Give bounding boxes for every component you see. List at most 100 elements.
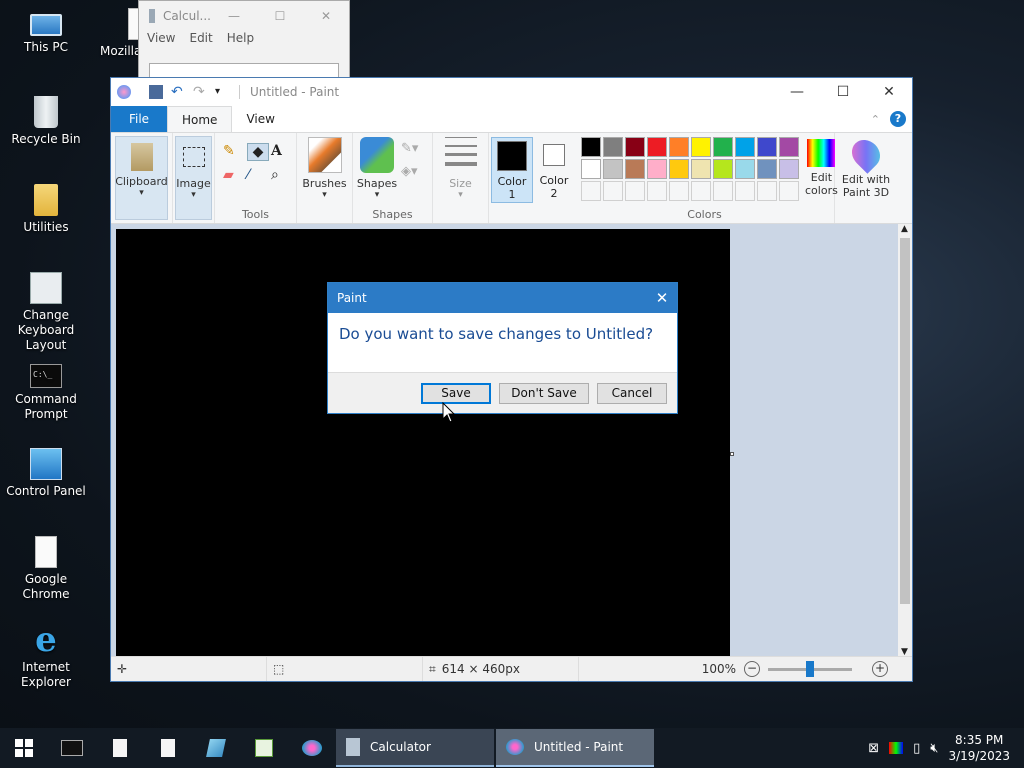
vertical-scrollbar[interactable]: ▲ ▼ <box>898 224 912 657</box>
taskbar-notepad[interactable] <box>192 728 240 768</box>
scroll-up-icon[interactable]: ▲ <box>901 224 908 234</box>
desktop-icon-internet-explorer[interactable]: e Internet Explorer <box>0 623 92 690</box>
display-icon[interactable] <box>889 742 904 754</box>
zoom-slider[interactable] <box>768 660 852 677</box>
zoom-slider-thumb[interactable] <box>806 660 814 677</box>
maximize-button[interactable]: ☐ <box>820 84 866 100</box>
color2-button[interactable]: Color 2 <box>533 137 575 203</box>
scrollbar-thumb[interactable] <box>900 238 910 604</box>
palette-swatch[interactable] <box>757 137 777 157</box>
desktop-icon-recycle-bin[interactable]: Recycle Bin <box>0 96 92 147</box>
close-button[interactable]: ✕ <box>866 84 912 100</box>
palette-swatch[interactable] <box>581 159 601 179</box>
palette-swatch[interactable] <box>603 159 623 179</box>
calculator-title-bar[interactable]: Calcul... — ☐ ✕ <box>139 1 349 31</box>
dialog-title-bar[interactable]: Paint ✕ <box>328 283 677 313</box>
outline-icon[interactable]: ✎▾ <box>401 141 418 156</box>
fill-icon[interactable]: ◆ <box>247 143 269 161</box>
custom-color-swatch[interactable] <box>713 181 733 201</box>
desktop-icon-google-chrome[interactable]: Google Chrome <box>0 536 92 602</box>
palette-swatch[interactable] <box>691 159 711 179</box>
tab-home[interactable]: Home <box>167 106 233 132</box>
desktop-icon-utilities[interactable]: Utilities <box>0 184 92 235</box>
edit-with-paint3d-button[interactable]: Edit with Paint 3D <box>835 133 897 199</box>
palette-swatch[interactable] <box>669 137 689 157</box>
desktop-icon-this-pc[interactable]: This PC <box>0 8 92 55</box>
color-picker-icon[interactable]: ⁄ <box>247 167 269 183</box>
palette-swatch[interactable] <box>735 159 755 179</box>
minimize-button[interactable]: — <box>774 84 820 100</box>
brushes-button[interactable]: Brushes ▾ <box>297 133 352 200</box>
palette-swatch[interactable] <box>779 137 799 157</box>
custom-color-swatch[interactable] <box>735 181 755 201</box>
custom-color-swatch[interactable] <box>647 181 667 201</box>
palette-swatch[interactable] <box>625 137 645 157</box>
palette-swatch[interactable] <box>647 137 667 157</box>
undo-icon[interactable]: ↶ <box>171 85 185 99</box>
image-button[interactable]: Image ▾ <box>175 136 212 220</box>
taskbar-file-1[interactable] <box>96 728 144 768</box>
redo-icon[interactable]: ↷ <box>193 85 207 99</box>
dialog-close-icon[interactable]: ✕ <box>647 289 677 307</box>
help-icon[interactable]: ? <box>890 111 906 127</box>
custom-color-swatch[interactable] <box>603 181 623 201</box>
custom-color-swatch[interactable] <box>581 181 601 201</box>
custom-color-swatch[interactable] <box>779 181 799 201</box>
close-button[interactable]: ✕ <box>303 9 349 23</box>
fill-shape-icon[interactable]: ◈▾ <box>401 164 418 179</box>
collapse-ribbon-icon[interactable]: ⌃ <box>871 113 880 126</box>
resize-handle[interactable] <box>730 452 734 456</box>
custom-color-swatch[interactable] <box>625 181 645 201</box>
minimize-button[interactable]: — <box>211 9 257 23</box>
shapes-button[interactable]: Shapes ▾ <box>353 133 401 200</box>
pencil-icon[interactable]: ✎ <box>223 143 245 161</box>
palette-swatch[interactable] <box>581 137 601 157</box>
taskbar-command-prompt[interactable] <box>48 728 96 768</box>
customize-quick-access-icon[interactable]: ▾ <box>215 85 229 99</box>
palette-swatch[interactable] <box>603 137 623 157</box>
menu-view[interactable]: View <box>147 31 175 45</box>
save-icon[interactable] <box>149 85 163 99</box>
desktop-icon-control-panel[interactable]: Control Panel <box>0 448 92 499</box>
usb-icon[interactable]: ▯ <box>913 741 920 756</box>
taskbar-paint-pin[interactable] <box>288 728 336 768</box>
calculator-window[interactable]: Calcul... — ☐ ✕ View Edit Help <box>138 0 350 81</box>
palette-swatch[interactable] <box>691 137 711 157</box>
cancel-button[interactable]: Cancel <box>597 383 667 404</box>
palette-swatch[interactable] <box>647 159 667 179</box>
edit-colors-button[interactable]: Edit colors <box>805 133 838 205</box>
paint-title-bar[interactable]: ↶ ↷ ▾ Untitled - Paint — ☐ ✕ <box>111 78 912 106</box>
palette-swatch[interactable] <box>757 159 777 179</box>
tab-file[interactable]: File <box>111 106 167 132</box>
desktop-icon-command-prompt[interactable]: C:\_ Command Prompt <box>0 360 92 422</box>
clipboard-button[interactable]: Clipboard ▾ <box>115 136 168 220</box>
save-changes-dialog[interactable]: Paint ✕ Do you want to save changes to U… <box>327 282 678 414</box>
desktop-icon-change-keyboard-layout[interactable]: Change Keyboard Layout <box>0 272 92 353</box>
zoom-out-button[interactable]: − <box>744 661 760 677</box>
palette-swatch[interactable] <box>625 159 645 179</box>
custom-color-swatch[interactable] <box>757 181 777 201</box>
taskbar-app-calculator[interactable]: Calculator <box>336 729 494 767</box>
desktop-icon-mozilla[interactable]: Mozilla <box>94 8 138 59</box>
text-icon[interactable]: A <box>271 143 293 161</box>
color1-button[interactable]: Color 1 <box>491 137 533 203</box>
palette-swatch[interactable] <box>779 159 799 179</box>
save-button[interactable]: Save <box>421 383 491 404</box>
palette-swatch[interactable] <box>735 137 755 157</box>
menu-edit[interactable]: Edit <box>189 31 212 45</box>
clock[interactable]: 8:35 PM 3/19/2023 <box>948 732 1010 764</box>
network-icon[interactable]: ⊠ <box>868 741 879 756</box>
custom-color-swatch[interactable] <box>669 181 689 201</box>
tab-view[interactable]: View <box>232 106 288 132</box>
maximize-button[interactable]: ☐ <box>257 9 303 23</box>
palette-swatch[interactable] <box>713 137 733 157</box>
taskbar-file-2[interactable] <box>144 728 192 768</box>
palette-swatch[interactable] <box>669 159 689 179</box>
custom-color-swatch[interactable] <box>691 181 711 201</box>
palette-swatch[interactable] <box>713 159 733 179</box>
size-button[interactable]: Size ▾ <box>433 133 488 200</box>
menu-help[interactable]: Help <box>227 31 254 45</box>
taskbar-app-paint[interactable]: Untitled - Paint <box>496 729 654 767</box>
magnifier-icon[interactable]: ⌕ <box>271 167 293 183</box>
volume-muted-icon[interactable]: 🔇︎ <box>930 741 938 756</box>
